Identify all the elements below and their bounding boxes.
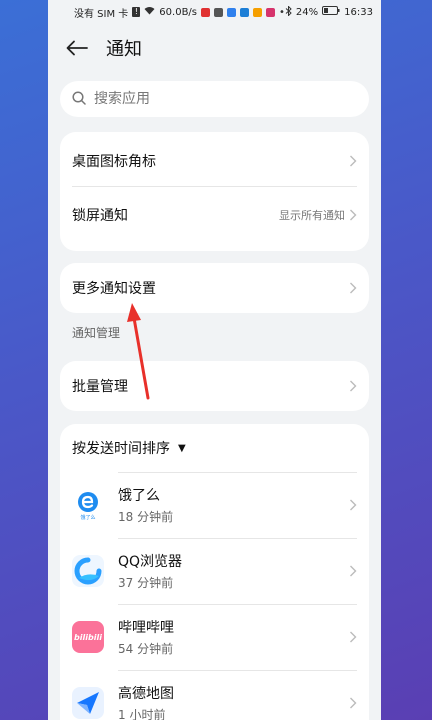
bilibili-icon-text: bilibili	[74, 632, 102, 642]
wifi-icon	[144, 6, 155, 18]
search-input[interactable]	[92, 90, 336, 108]
notification-app-icon	[201, 7, 211, 17]
divider	[118, 604, 357, 605]
battery-icon	[322, 6, 340, 18]
notification-app-icon	[240, 7, 250, 17]
lockscreen-setting-row[interactable]: 锁屏通知 显示所有通知	[60, 187, 369, 251]
app-name: QQ浏览器	[118, 554, 183, 570]
app-time: 54 分钟前	[118, 642, 174, 656]
app-time: 37 分钟前	[118, 576, 174, 590]
back-arrow-icon[interactable]	[66, 36, 90, 60]
lockscreen-setting-label: 锁屏通知	[72, 208, 128, 224]
battery-percent: 24%	[295, 6, 319, 18]
app-name: 哔哩哔哩	[118, 620, 174, 636]
app-name: 高德地图	[118, 686, 174, 702]
divider	[118, 670, 357, 671]
amap-icon	[72, 687, 104, 719]
app-list-card: 按发送时间排序 ▼ 饿了么 饿了么 18 分钟前 QQ浏览器 37 分钟前 bi…	[60, 424, 369, 720]
settings-card-display: 桌面图标角标 锁屏通知 显示所有通知	[60, 132, 369, 251]
badge-setting-row[interactable]: 桌面图标角标	[60, 136, 369, 186]
chevron-right-icon	[350, 565, 357, 577]
batch-manage-row[interactable]: 批量管理	[60, 361, 369, 411]
chevron-right-icon	[350, 499, 357, 511]
more-settings-label: 更多通知设置	[72, 281, 156, 297]
sim-alert-icon: !	[132, 7, 141, 17]
lockscreen-setting-value: 显示所有通知	[279, 209, 345, 222]
phone-screen: 没有 SIM 卡 ! 60.0B/s • 24% 16:33 通知 搜索应用 桌…	[48, 0, 381, 720]
batch-manage-label: 批量管理	[72, 379, 128, 395]
app-row-eleme[interactable]: 饿了么 饿了么 18 分钟前	[60, 472, 369, 538]
divider	[118, 538, 357, 539]
badge-setting-label: 桌面图标角标	[72, 154, 156, 170]
network-speed: 60.0B/s	[159, 6, 198, 18]
settings-card-more: 更多通知设置	[60, 263, 369, 313]
app-row-bilibili[interactable]: bilibili 哔哩哔哩 54 分钟前	[60, 604, 369, 670]
bilibili-icon: bilibili	[72, 621, 104, 653]
app-time: 1 小时前	[118, 708, 166, 720]
chevron-right-icon	[350, 155, 357, 167]
notification-app-icon	[266, 7, 276, 17]
app-row-qq-browser[interactable]: QQ浏览器 37 分钟前	[60, 538, 369, 604]
notification-app-icon	[253, 7, 263, 17]
notification-app-icon	[214, 7, 224, 17]
app-time: 18 分钟前	[118, 510, 174, 524]
chevron-right-icon	[350, 209, 357, 221]
bluetooth-icon	[285, 4, 292, 19]
search-icon	[72, 90, 86, 109]
chevron-right-icon	[350, 282, 357, 294]
clock: 16:33	[344, 6, 373, 18]
chevron-right-icon	[350, 380, 357, 392]
status-bar: 没有 SIM 卡 ! 60.0B/s • 24% 16:33	[48, 0, 381, 24]
search-bar[interactable]	[60, 81, 369, 117]
caret-down-icon: ▼	[178, 442, 186, 454]
sort-label: 按发送时间排序	[72, 441, 170, 457]
eleme-icon: 饿了么	[72, 489, 104, 521]
section-title: 通知管理	[72, 326, 121, 340]
sim-status: 没有 SIM 卡	[74, 8, 129, 20]
notification-app-icon	[227, 7, 237, 17]
settings-card-batch: 批量管理	[60, 361, 369, 411]
app-name: 饿了么	[118, 488, 160, 504]
eleme-icon-text: 饿了么	[80, 514, 95, 521]
divider	[118, 472, 357, 473]
more-settings-row[interactable]: 更多通知设置	[60, 263, 369, 313]
chevron-right-icon	[350, 631, 357, 643]
chevron-right-icon	[350, 697, 357, 709]
page-title: 通知	[106, 39, 142, 60]
qq-browser-icon	[72, 555, 104, 587]
header: 通知	[48, 24, 381, 72]
app-row-amap[interactable]: 高德地图 1 小时前	[60, 670, 369, 720]
sort-dropdown[interactable]: 按发送时间排序 ▼	[60, 424, 369, 472]
